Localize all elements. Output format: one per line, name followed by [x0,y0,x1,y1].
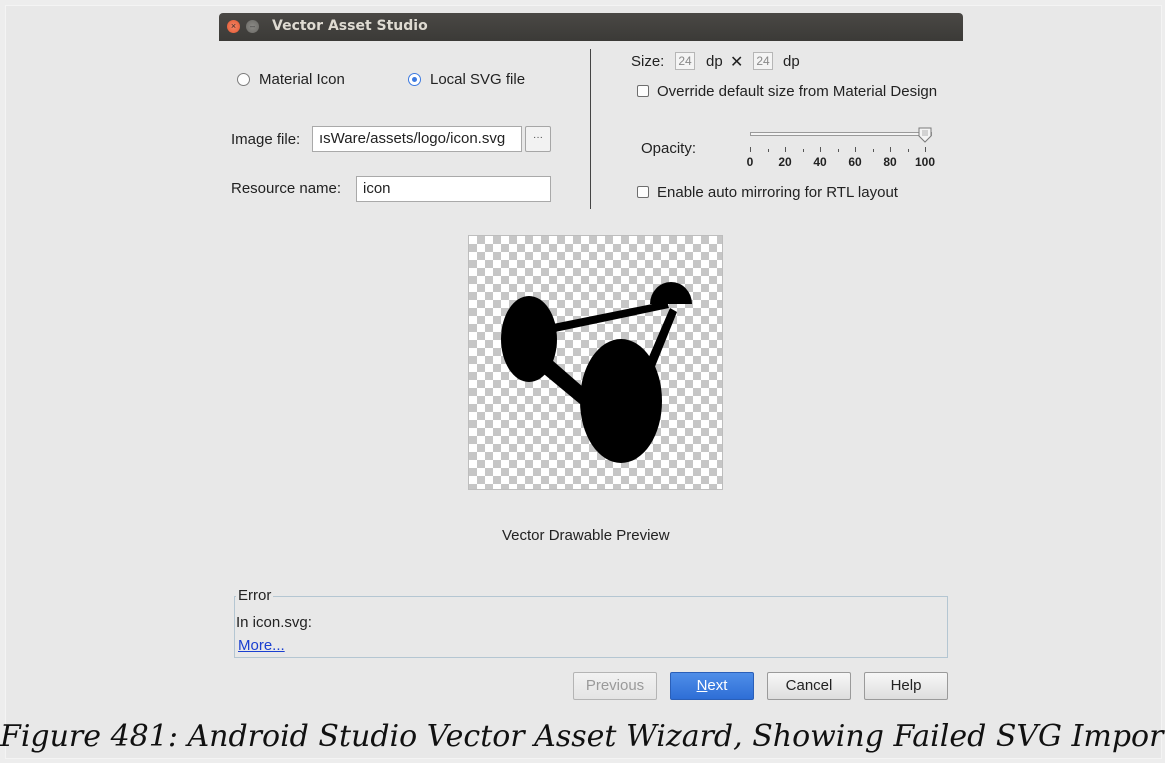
times-icon: ✕ [730,54,744,71]
error-panel [234,596,948,658]
close-window-icon[interactable]: × [227,20,240,33]
opacity-tick-mark [890,147,891,152]
vertical-separator [590,49,591,209]
opacity-tick-mark [925,147,926,152]
previous-button[interactable]: Previous [573,672,657,700]
size-width-unit: dp [706,53,723,70]
browse-file-button[interactable]: ··· [525,126,551,152]
vector-asset-dialog: × – Vector Asset Studio Material Icon Lo… [219,13,963,712]
opacity-tick-label: 40 [813,155,827,169]
opacity-tick-mark [802,149,804,152]
preview-caption: Vector Drawable Preview [502,527,670,544]
opacity-slider-thumb[interactable] [918,127,932,143]
error-message: In icon.svg: [236,614,312,631]
radio-local-svg-file[interactable] [408,73,421,86]
radio-material-icon-label[interactable]: Material Icon [259,71,345,88]
radio-material-icon[interactable] [237,73,250,86]
resource-name-label: Resource name: [231,180,342,197]
opacity-tick-mark [837,149,839,152]
image-file-field[interactable]: ısWare/assets/logo/icon.svg [312,126,522,152]
opacity-tick-label: 100 [914,155,936,169]
opacity-tick-mark [750,147,751,152]
opacity-tick-mark [855,147,856,152]
opacity-label: Opacity: [641,140,697,157]
error-legend: Error [236,587,274,604]
size-height-field: 24 [753,52,773,70]
minimize-window-icon[interactable]: – [246,20,259,33]
size-width-field: 24 [675,52,695,70]
opacity-tick-mark [907,149,909,152]
opacity-tick-mark [767,149,769,152]
opacity-tick-label: 20 [778,155,792,169]
cancel-button[interactable]: Cancel [767,672,851,700]
svg-preview-image [501,282,692,463]
rtl-mirroring-label[interactable]: Enable auto mirroring for RTL layout [657,184,898,201]
override-size-checkbox[interactable] [637,85,649,97]
next-label: ext [707,677,728,694]
help-button[interactable]: Help [864,672,948,700]
next-button[interactable]: Next [670,672,754,700]
rtl-mirroring-checkbox[interactable] [637,186,649,198]
image-file-label: Image file: [231,131,301,148]
opacity-slider-track[interactable] [750,132,932,136]
window-title: Vector Asset Studio [272,18,428,34]
figure-caption: Figure 481: Android Studio Vector Asset … [0,719,1165,754]
error-more-link[interactable]: More... [238,637,285,654]
opacity-tick-label: 0 [746,155,754,169]
resource-name-field[interactable]: icon [356,176,551,202]
vector-preview-canvas [468,235,723,490]
opacity-tick-mark [872,149,874,152]
size-height-unit: dp [783,53,800,70]
title-bar: × – Vector Asset Studio [219,13,963,41]
opacity-tick-label: 60 [848,155,862,169]
next-mnemonic: N [696,677,708,694]
opacity-tick-mark [820,147,821,152]
opacity-tick-mark [785,147,786,152]
radio-local-svg-file-label[interactable]: Local SVG file [430,71,525,88]
opacity-tick-label: 80 [883,155,897,169]
size-label: Size: [631,53,665,70]
override-size-label[interactable]: Override default size from Material Desi… [657,83,937,100]
